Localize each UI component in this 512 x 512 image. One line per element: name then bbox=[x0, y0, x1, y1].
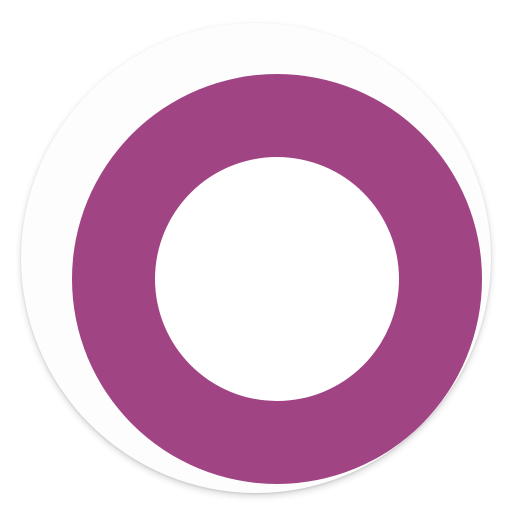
app-icon-canvas bbox=[0, 0, 512, 512]
ring-center bbox=[155, 157, 399, 401]
icon-badge[interactable] bbox=[21, 23, 491, 493]
